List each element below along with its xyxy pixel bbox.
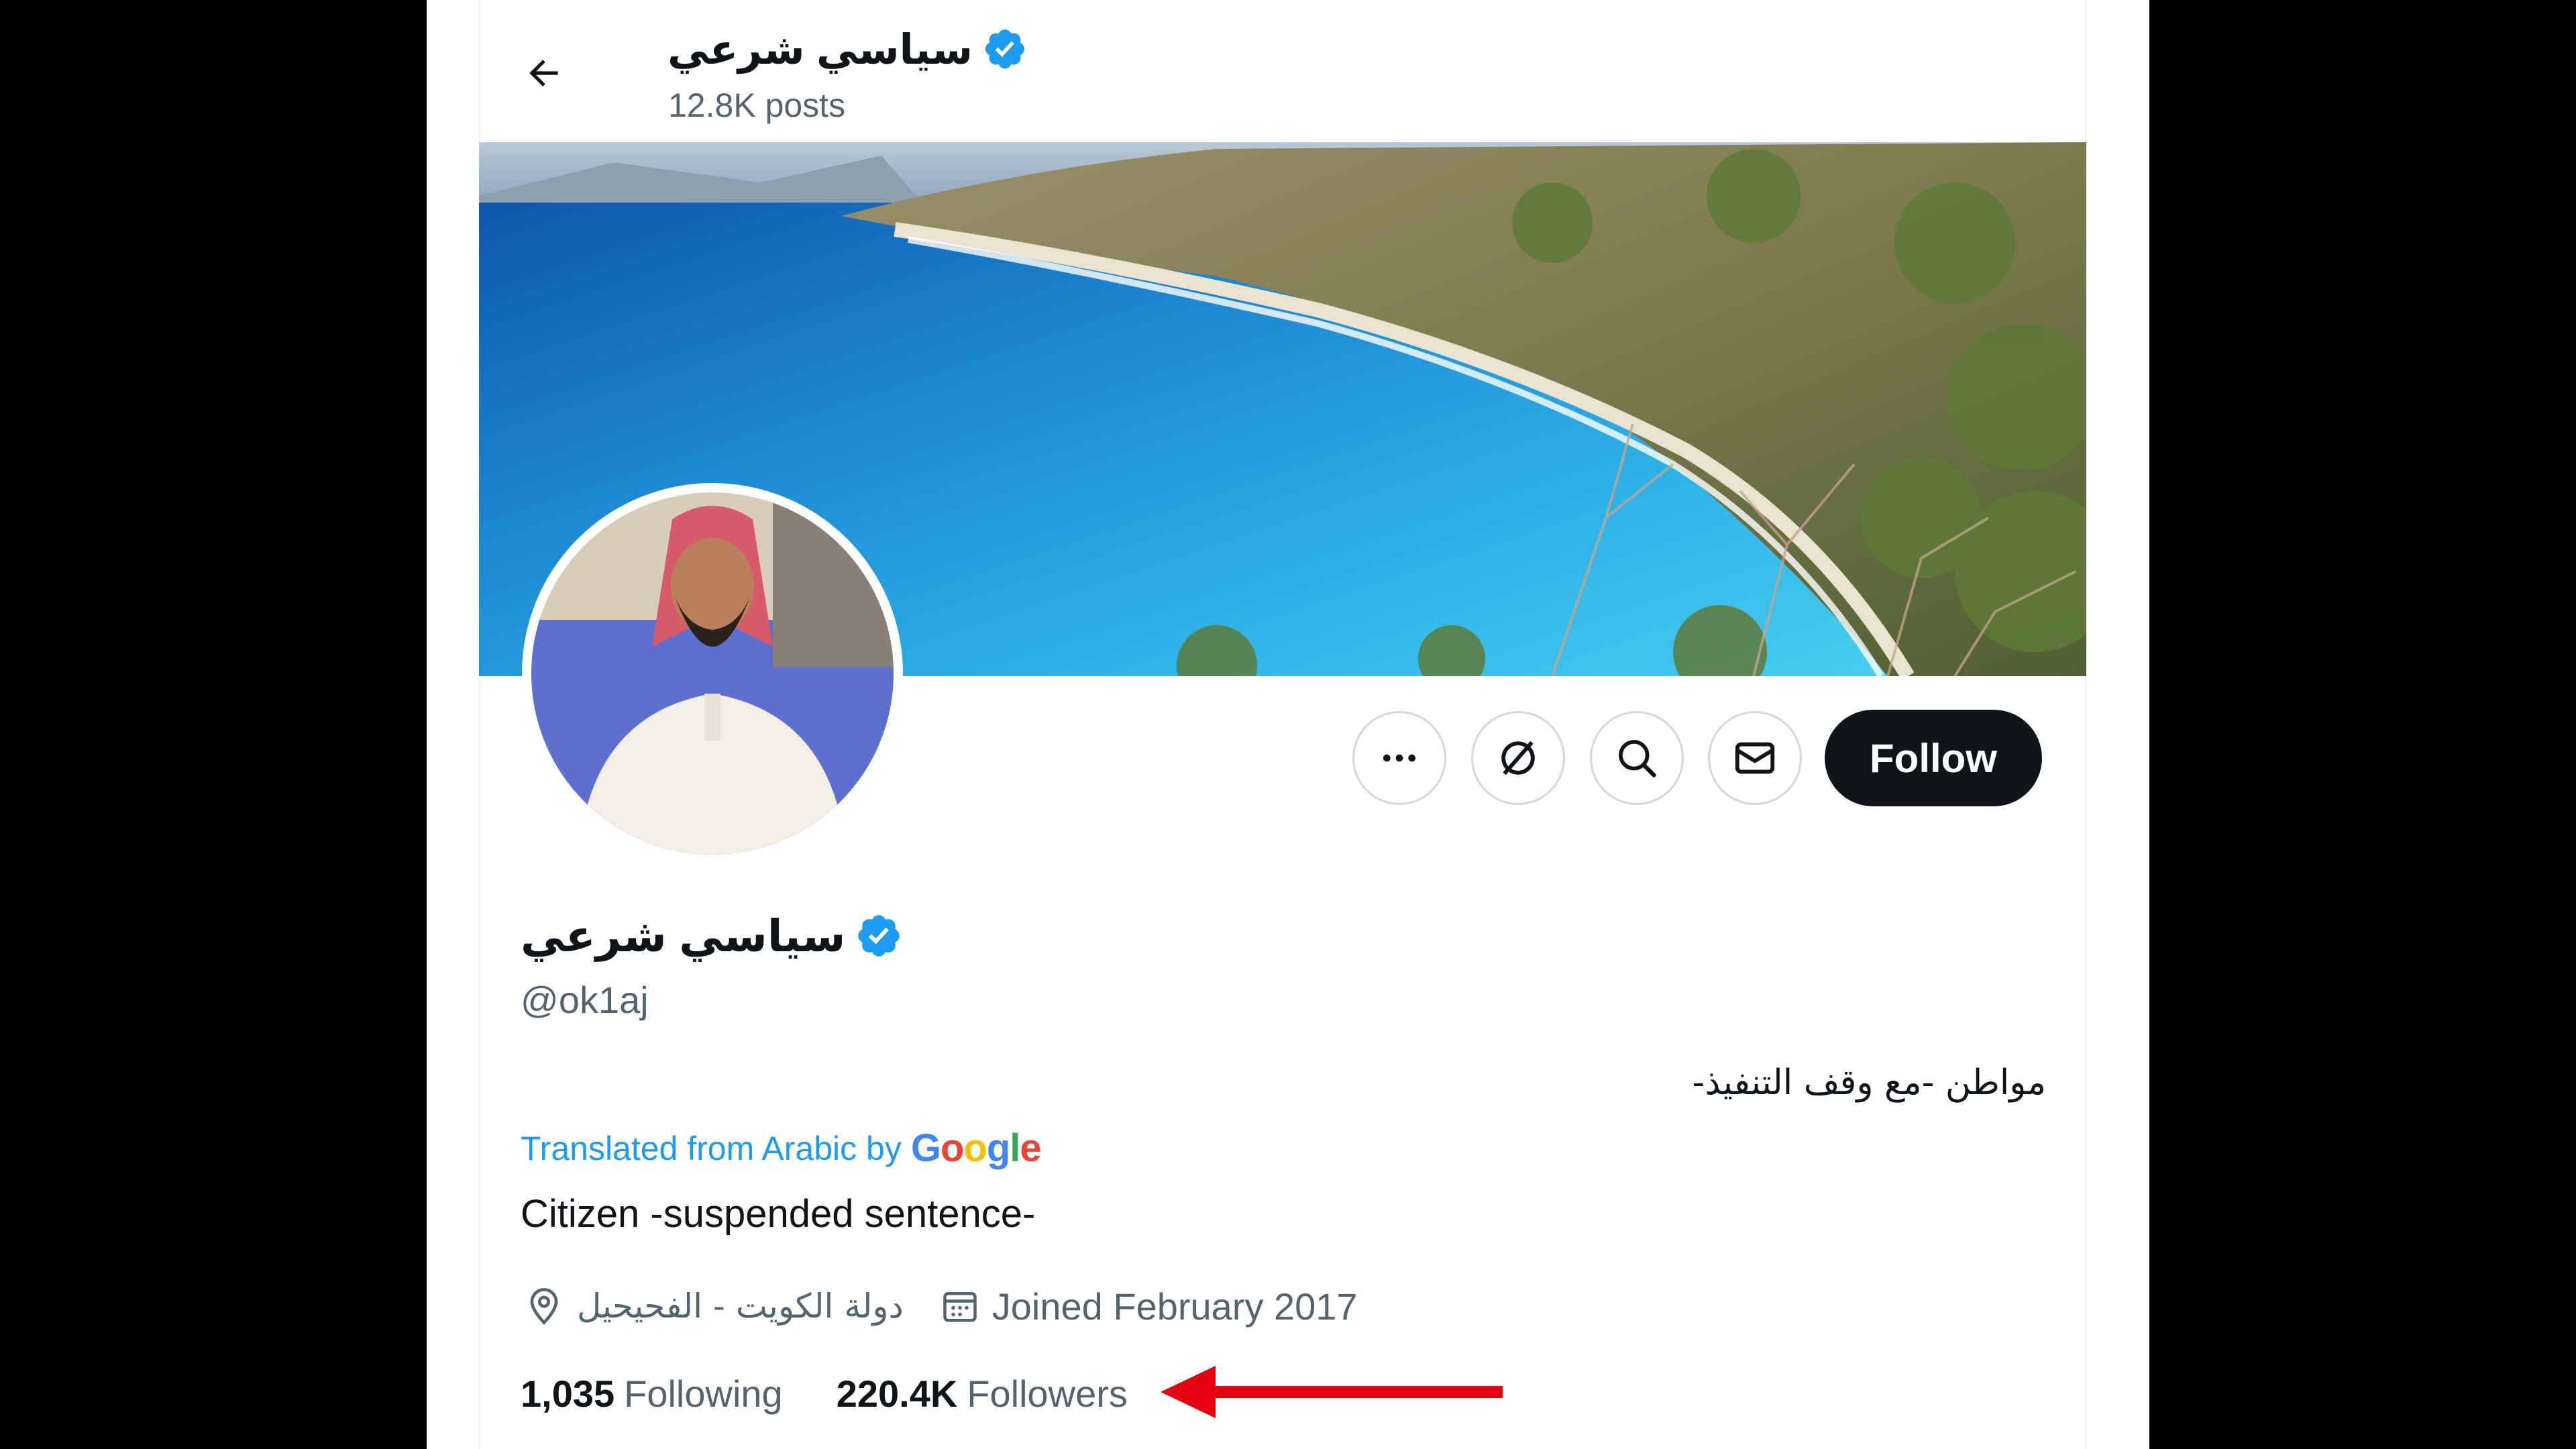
bio-original-text: مواطن -مع وقف التنفيذ-	[1692, 1063, 2046, 1103]
followers-label: Followers	[967, 1372, 1128, 1415]
calendar-icon	[943, 1292, 977, 1322]
more-icon	[1383, 754, 1415, 762]
verified-badge-icon[interactable]	[855, 912, 903, 960]
message-icon	[1735, 742, 1775, 774]
followers-link[interactable]: 220.4K Followers	[837, 1372, 1128, 1415]
back-arrow-icon	[529, 60, 558, 87]
more-button[interactable]	[1352, 711, 1446, 805]
profile-meta: دولة الكويت - الفحيحيل Joined February 2…	[523, 1281, 1394, 1331]
grok-button[interactable]	[1471, 711, 1565, 805]
joined-item: Joined February 2017	[940, 1285, 1358, 1328]
bio-translated-text: Citizen -suspended sentence-	[521, 1192, 1036, 1236]
following-label: Following	[624, 1372, 783, 1415]
posts-count: 12.8K posts	[668, 87, 846, 124]
avatar-image	[531, 492, 894, 855]
header-display-name: سياسي شرعي	[667, 26, 973, 73]
profile-display-name: سياسي شرعي	[521, 910, 846, 961]
profile-avatar[interactable]	[522, 483, 903, 864]
header-title: سياسي شرعي	[667, 20, 1028, 78]
location-pin-icon	[530, 1288, 558, 1325]
profile-name-row: سياسي شرعي	[521, 906, 903, 966]
search-icon	[1619, 740, 1656, 777]
verified-badge-icon[interactable]	[982, 26, 1028, 72]
follow-stats: 1,035 Following 220.4K Followers	[521, 1368, 1181, 1418]
followers-count: 220.4K	[836, 1372, 958, 1415]
translation-attribution[interactable]: Translated from Arabic by Google	[521, 1126, 1042, 1171]
annotation-arrow-icon	[1161, 1366, 1503, 1418]
back-button[interactable]	[523, 52, 565, 94]
follow-button[interactable]: Follow	[1825, 710, 2042, 806]
following-link[interactable]: 1,035 Following	[521, 1372, 783, 1415]
message-button[interactable]	[1708, 711, 1802, 805]
joined-text: Joined February 2017	[991, 1285, 1358, 1328]
location-item: دولة الكويت - الفحيحيل	[523, 1285, 904, 1327]
following-count: 1,035	[521, 1372, 615, 1415]
search-profile-button[interactable]	[1590, 711, 1684, 805]
translated-label: Translated from Arabic by	[521, 1129, 902, 1167]
profile-handle: @ok1aj	[521, 979, 649, 1021]
location-text: دولة الكويت - الفحيحيل	[577, 1287, 904, 1326]
google-logo: Google	[910, 1126, 1042, 1170]
grok-icon	[1501, 741, 1535, 775]
